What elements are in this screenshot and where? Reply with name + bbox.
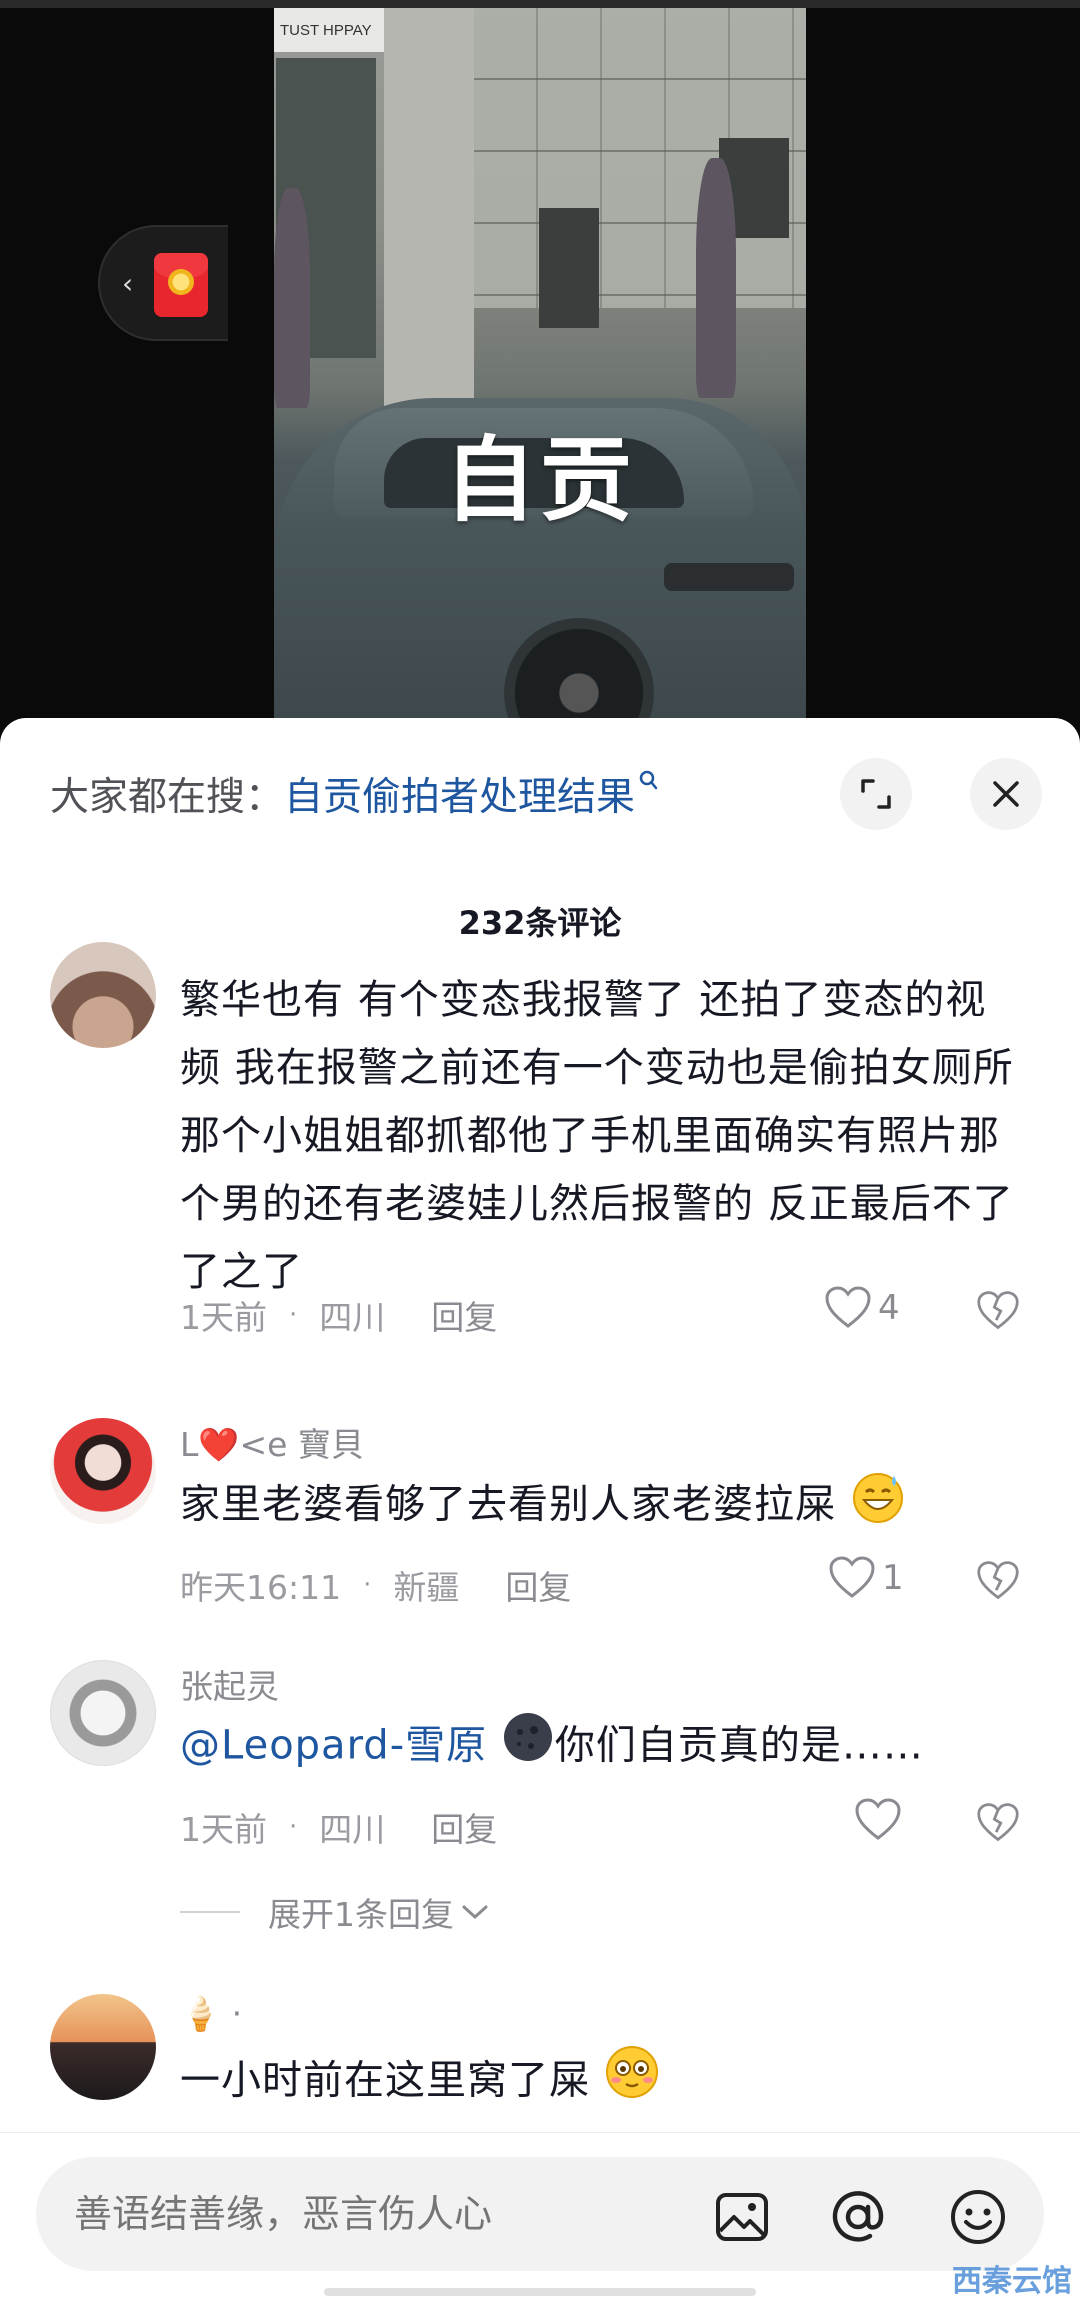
comment-text: 家里老婆看够了去看别人家老婆拉屎	[180, 1468, 1020, 1545]
comment-location: 四川	[319, 1298, 386, 1337]
comment-location: 四川	[319, 1810, 386, 1849]
avatar[interactable]	[50, 1418, 156, 1524]
comment-text: 一小时前在这里窝了屎	[180, 2044, 1020, 2121]
smiley-icon	[951, 2190, 1005, 2244]
avatar[interactable]	[50, 1660, 156, 1766]
broken-heart-icon	[977, 1561, 1019, 1600]
comment-input-bar	[0, 2132, 1080, 2300]
like-count: 4	[878, 1288, 900, 1328]
emoji-button[interactable]	[948, 2187, 1008, 2247]
red-packet-button[interactable]: ‹	[98, 225, 228, 341]
separator-dot: ·	[289, 1812, 298, 1842]
dislike-button[interactable]	[976, 1802, 1020, 1848]
expand-replies-label: 展开1条回复	[268, 1895, 454, 1934]
avatar[interactable]	[50, 942, 156, 1048]
expand-replies-button[interactable]: 展开1条回复	[180, 1888, 490, 1936]
dark-moon-emoji	[501, 1710, 555, 1785]
like-count: 1	[882, 1558, 904, 1598]
video-player[interactable]: TUST HPPAY 自贡	[274, 8, 806, 738]
shop-sign: TUST HPPAY	[274, 8, 384, 52]
reply-button[interactable]: 回复	[431, 1291, 497, 1339]
video-area[interactable]: TUST HPPAY 自贡 ‹	[0, 0, 1080, 760]
image-icon	[716, 2193, 768, 2241]
video-caption: 自贡	[443, 427, 636, 534]
comment-text-content: 你们自贡真的是……	[554, 1722, 924, 1769]
heart-icon	[825, 1286, 871, 1328]
grinning-sweat-emoji	[850, 1468, 906, 1545]
expand-icon	[861, 779, 891, 809]
comment-meta: 昨天16:11 · 新疆 回复	[180, 1560, 571, 1610]
comment-meta: 1天前 · 四川 回复	[180, 1802, 497, 1852]
doorway	[539, 208, 599, 328]
patio-umbrella	[696, 158, 736, 398]
status-strip	[0, 0, 1080, 8]
comment-item[interactable]: 张起灵 @Leopard-雪原 你们自贡真的是…… 1天前 · 四川 回复 展开…	[0, 1660, 1080, 1960]
patio-umbrella-left	[274, 188, 310, 408]
mention-link[interactable]: @Leopard-雪原	[180, 1723, 487, 1769]
chevron-down-icon	[462, 1905, 488, 1920]
home-indicator[interactable]	[324, 2288, 756, 2296]
red-packet-coin	[168, 269, 194, 295]
comment-item[interactable]: L❤️<e 寶貝 家里老婆看够了去看别人家老婆拉屎 昨天16:11 · 新疆 回…	[0, 1418, 1080, 1658]
comment-time: 1天前	[180, 1810, 267, 1849]
dislike-button[interactable]	[976, 1560, 1020, 1606]
close-icon	[993, 781, 1019, 807]
broken-heart-icon	[977, 1291, 1019, 1330]
separator-dot: ·	[289, 1300, 298, 1330]
mention-button[interactable]	[828, 2187, 888, 2247]
expand-divider	[180, 1911, 240, 1913]
comment-text: @Leopard-雪原 你们自贡真的是……	[180, 1710, 1020, 1785]
at-icon	[832, 2191, 884, 2242]
comment-time: 昨天16:11	[180, 1568, 342, 1607]
trending-search[interactable]: 大家都在搜： 自贡偷拍者处理结果	[50, 764, 659, 824]
comment-text-content: 家里老婆看够了去看别人家老婆拉屎	[180, 1481, 836, 1528]
trending-search-prefix: 大家都在搜：	[50, 775, 285, 820]
watermark: 西秦云馆	[952, 2264, 1072, 2299]
dislike-button[interactable]	[976, 1290, 1020, 1336]
comment-count: 232条评论	[458, 904, 622, 942]
car-taillight	[664, 563, 794, 591]
red-packet-icon	[154, 253, 208, 317]
comment-meta: 1天前 · 四川 回复	[180, 1290, 497, 1340]
building-column	[384, 8, 474, 428]
comment-time: 1天前	[180, 1298, 267, 1337]
reply-button[interactable]: 回复	[431, 1803, 497, 1851]
image-button[interactable]	[712, 2187, 772, 2247]
chevron-left-icon: ‹	[122, 267, 134, 300]
trending-search-query[interactable]: 自贡偷拍者处理结果	[284, 766, 635, 822]
comment-input[interactable]	[74, 2157, 674, 2271]
heart-icon	[855, 1798, 901, 1840]
comment-text: 繁华也有 有个变态我报警了 还拍了变态的视频 我在报警之前还有一个变动也是偷拍女…	[180, 977, 1014, 1295]
separator-dot: ·	[363, 1570, 372, 1600]
comment-username[interactable]: 张起灵	[180, 1660, 1020, 1710]
broken-heart-icon	[977, 1803, 1019, 1842]
flushed-face-emoji	[604, 2044, 660, 2121]
like-button[interactable]: 4	[824, 1286, 900, 1330]
comment-item[interactable]: 🍦 · 一小时前在这里窝了屎	[0, 1994, 1080, 2144]
comment-username[interactable]: 🍦 ·	[180, 1994, 1020, 2044]
like-button[interactable]	[854, 1798, 908, 1842]
comment-text-content: 一小时前在这里窝了屎	[180, 2057, 590, 2104]
comment-username[interactable]: L❤️<e 寶貝	[180, 1418, 1020, 1468]
expand-button[interactable]	[840, 758, 912, 830]
avatar[interactable]	[50, 1994, 156, 2100]
reply-button[interactable]: 回复	[505, 1561, 571, 1609]
comment-location: 新疆	[393, 1568, 460, 1607]
like-button[interactable]: 1	[828, 1556, 904, 1600]
close-button[interactable]	[970, 758, 1042, 830]
heart-icon	[829, 1556, 875, 1598]
comment-sheet: 大家都在搜： 自贡偷拍者处理结果 232条评论 繁华也有 有个变态我报警了 还拍…	[0, 718, 1080, 2300]
comment-input-container[interactable]	[36, 2157, 1044, 2271]
search-icon	[639, 769, 659, 799]
comment-item[interactable]: 繁华也有 有个变态我报警了 还拍了变态的视频 我在报警之前还有一个变动也是偷拍女…	[0, 942, 1080, 1446]
